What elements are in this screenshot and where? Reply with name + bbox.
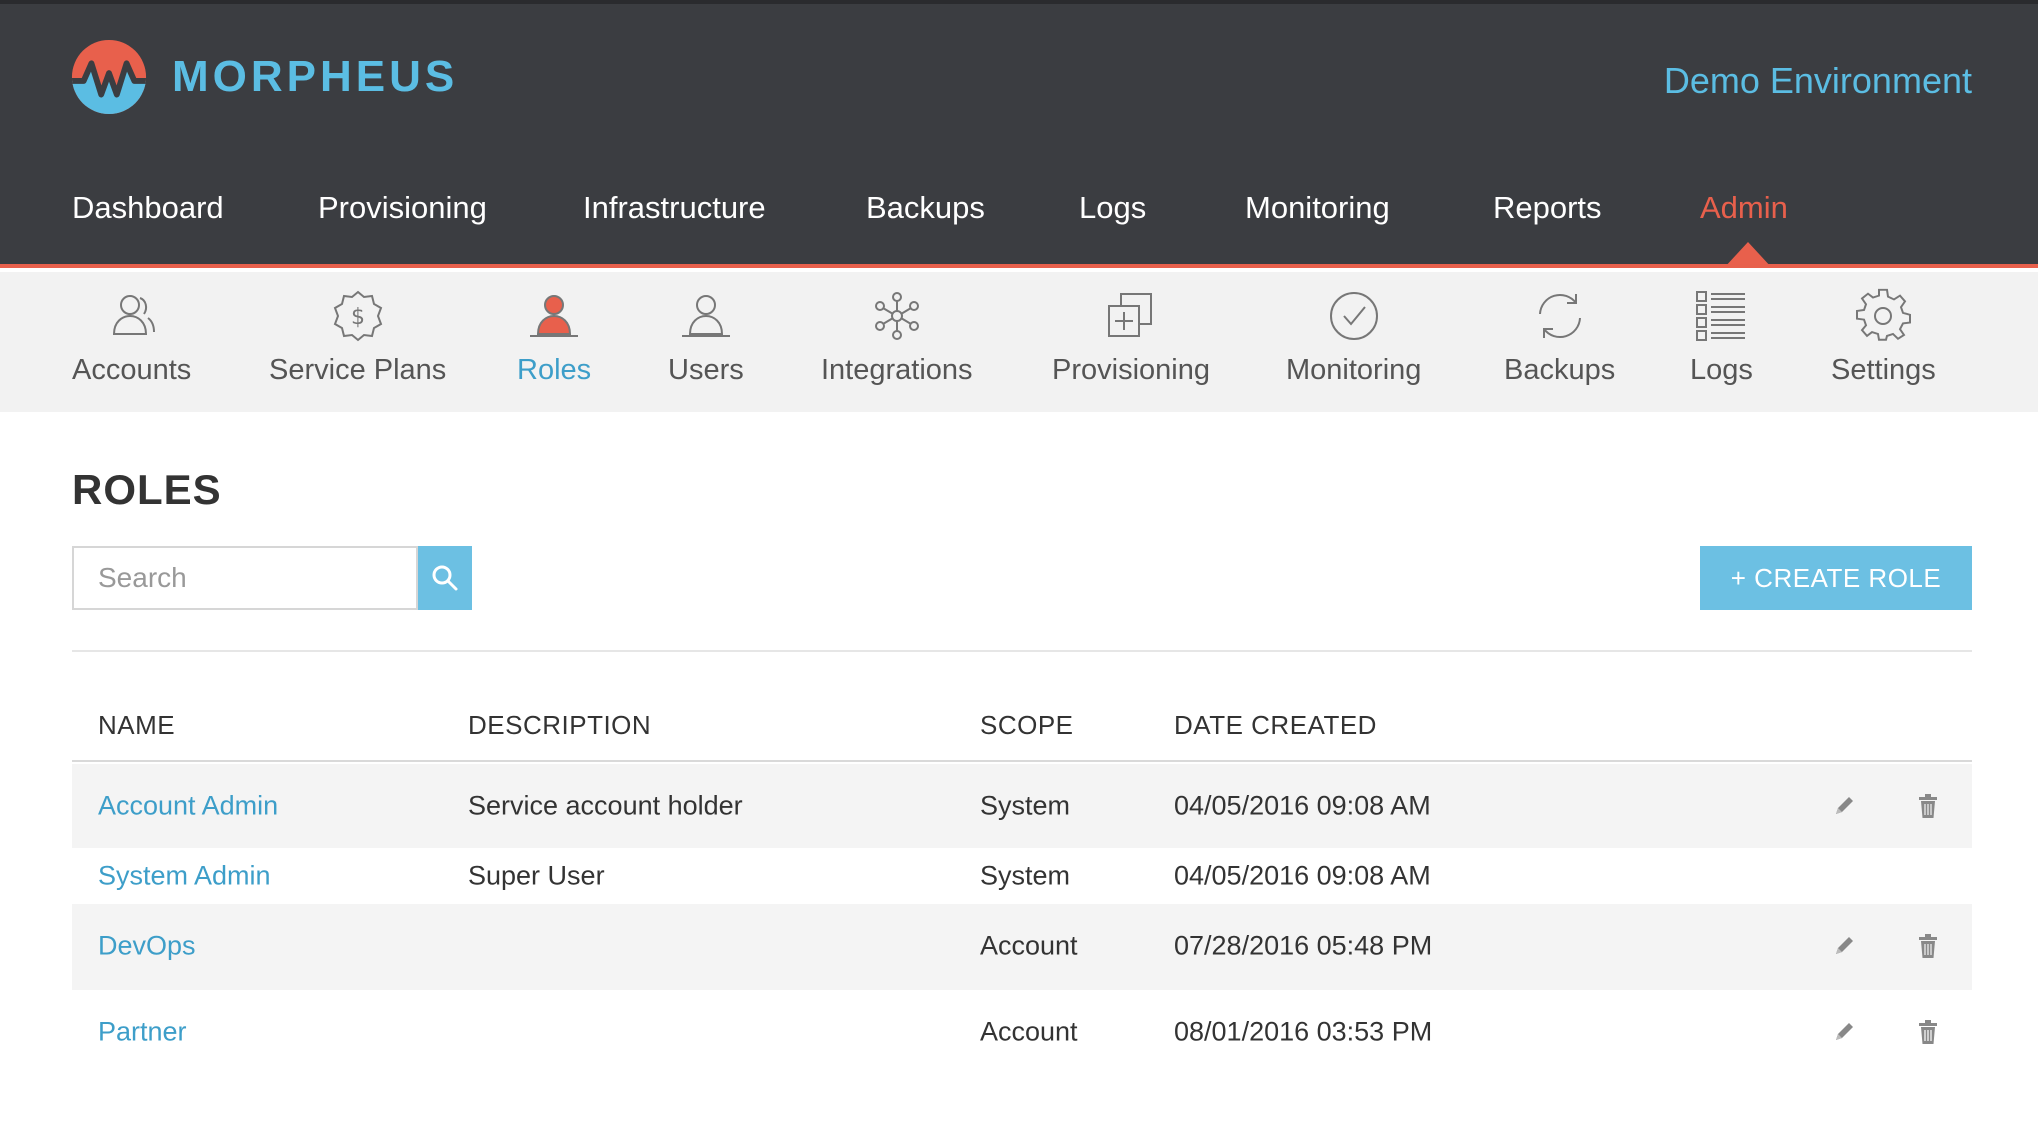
active-nav-indicator bbox=[1724, 242, 1772, 268]
search-icon bbox=[432, 565, 458, 591]
subnav-integrations[interactable]: Integrations bbox=[821, 288, 973, 387]
users-icon bbox=[681, 295, 730, 337]
brand-name: MORPHEUS bbox=[172, 52, 459, 101]
subnav-roles[interactable]: Roles bbox=[517, 288, 591, 387]
brand-logo[interactable]: MORPHEUS bbox=[70, 38, 458, 116]
edit-icon[interactable] bbox=[1828, 930, 1860, 962]
role-name-link[interactable]: DevOps bbox=[98, 931, 196, 962]
subnav-label: Users bbox=[668, 354, 744, 386]
subnav-label: Backups bbox=[1504, 354, 1616, 386]
subnav-label: Roles bbox=[517, 354, 592, 386]
role-name-link[interactable]: Partner bbox=[98, 1017, 187, 1048]
nav-provisioning[interactable]: Provisioning bbox=[318, 190, 487, 226]
subnav-accounts[interactable]: Accounts bbox=[72, 288, 191, 387]
subnav-backups[interactable]: Backups bbox=[1504, 288, 1615, 387]
backups-icon bbox=[1538, 293, 1581, 339]
subnav-label: Integrations bbox=[821, 354, 973, 386]
role-scope: System bbox=[980, 790, 1071, 821]
role-scope: Account bbox=[980, 1016, 1078, 1047]
subnav-monitoring[interactable]: Monitoring bbox=[1286, 288, 1421, 387]
svg-text:$: $ bbox=[351, 305, 365, 330]
role-date-created: 08/01/2016 03:53 PM bbox=[1174, 1016, 1433, 1047]
service-plans-icon: $ bbox=[333, 290, 382, 342]
subnav-settings[interactable]: Settings bbox=[1831, 288, 1936, 387]
subnav-provisioning[interactable]: Provisioning bbox=[1052, 288, 1210, 387]
role-scope: System bbox=[980, 860, 1071, 891]
nav-logs[interactable]: Logs bbox=[1079, 190, 1146, 226]
logs-icon bbox=[1696, 291, 1746, 341]
provisioning-icon bbox=[1107, 293, 1152, 337]
subnav-label: Accounts bbox=[72, 354, 192, 386]
section-divider bbox=[72, 650, 1972, 652]
column-header-date-created[interactable]: DATE CREATED bbox=[1174, 710, 1377, 741]
delete-icon[interactable] bbox=[1912, 790, 1944, 822]
role-description: Super User bbox=[468, 860, 605, 891]
morpheus-logo-icon bbox=[71, 39, 147, 115]
nav-dashboard[interactable]: Dashboard bbox=[72, 190, 224, 226]
search-button[interactable] bbox=[418, 546, 472, 610]
create-role-button[interactable]: + CREATE ROLE bbox=[1700, 546, 1972, 610]
column-header-scope[interactable]: SCOPE bbox=[980, 710, 1074, 741]
role-date-created: 04/05/2016 09:08 AM bbox=[1174, 790, 1431, 821]
subnav-label: Settings bbox=[1831, 354, 1936, 386]
subnav-label: Monitoring bbox=[1286, 354, 1422, 386]
delete-icon[interactable] bbox=[1912, 1016, 1944, 1048]
page-title: ROLES bbox=[72, 466, 222, 513]
monitoring-icon bbox=[1329, 292, 1378, 340]
table-row: Account Admin Service account holder Sys… bbox=[72, 764, 1972, 848]
table-row: DevOps Account 07/28/2016 05:48 PM bbox=[72, 904, 1972, 990]
admin-sub-nav: Accounts $ Service Plans Roles Users Int… bbox=[0, 272, 2038, 412]
role-date-created: 07/28/2016 05:48 PM bbox=[1174, 930, 1433, 961]
subnav-label: Logs bbox=[1690, 354, 1753, 386]
nav-infrastructure[interactable]: Infrastructure bbox=[583, 190, 766, 226]
role-date-created: 04/05/2016 09:08 AM bbox=[1174, 860, 1431, 891]
role-name-link[interactable]: Account Admin bbox=[98, 791, 278, 822]
integrations-icon bbox=[874, 292, 919, 340]
subnav-users[interactable]: Users bbox=[668, 288, 744, 387]
edit-icon[interactable] bbox=[1828, 790, 1860, 822]
table-row: System Admin Super User System 04/05/201… bbox=[72, 848, 1972, 904]
nav-monitoring[interactable]: Monitoring bbox=[1245, 190, 1390, 226]
accounts-icon bbox=[112, 295, 155, 335]
subnav-label: Provisioning bbox=[1052, 354, 1210, 386]
edit-icon[interactable] bbox=[1828, 1016, 1860, 1048]
column-header-name[interactable]: NAME bbox=[98, 710, 175, 741]
subnav-service-plans[interactable]: $ Service Plans bbox=[269, 288, 446, 387]
role-name-link[interactable]: System Admin bbox=[98, 861, 271, 892]
nav-admin[interactable]: Admin bbox=[1700, 190, 1788, 226]
table-row: Partner Account 08/01/2016 03:53 PM bbox=[72, 990, 1972, 1074]
nav-reports[interactable]: Reports bbox=[1493, 190, 1602, 226]
search-input[interactable] bbox=[72, 546, 418, 610]
subnav-logs[interactable]: Logs bbox=[1690, 288, 1753, 387]
environment-name[interactable]: Demo Environment bbox=[1664, 60, 1972, 102]
table-header: NAME DESCRIPTION SCOPE DATE CREATED bbox=[72, 700, 1972, 762]
role-description: Service account holder bbox=[468, 790, 743, 821]
role-scope: Account bbox=[980, 930, 1078, 961]
column-header-description[interactable]: DESCRIPTION bbox=[468, 710, 651, 741]
delete-icon[interactable] bbox=[1912, 930, 1944, 962]
settings-icon bbox=[1856, 288, 1912, 341]
nav-backups[interactable]: Backups bbox=[866, 190, 985, 226]
subnav-label: Service Plans bbox=[269, 354, 447, 386]
top-bar: MORPHEUS Demo Environment bbox=[0, 0, 2038, 156]
roles-icon bbox=[530, 295, 579, 337]
